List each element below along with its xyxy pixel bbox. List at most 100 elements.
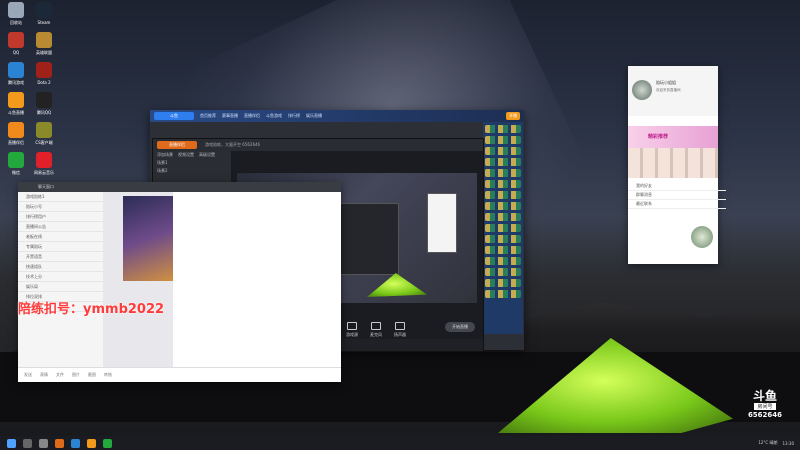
desktop-icon-label: 英雄联盟 [36,50,52,55]
browser-tab-5[interactable]: 娱乐直播 [306,113,322,119]
list-item[interactable]: 快速组队 [18,262,103,272]
tool-label: 游戏源 [346,332,358,337]
chat-row [485,224,521,232]
list-item[interactable]: 排行榜用户 [18,212,103,222]
search-icon[interactable] [23,438,32,448]
chat-row [485,202,521,210]
list-item[interactable]: 娱乐局 [18,282,103,292]
preview-tent [367,273,427,297]
chat-transfer[interactable]: 转账 [104,372,112,378]
app-icon [36,92,52,108]
header-add-scene[interactable]: 添加场景 [157,152,173,158]
app-icon [36,152,52,168]
desktop-icon[interactable]: 回收站 [2,2,30,26]
list-item[interactable]: 老板在线 [18,232,103,242]
desktop-icon[interactable]: 直播伴侣 [2,122,30,146]
taskbar: 12°C 晴朗 13:30 [0,436,800,450]
tool-game[interactable]: 游戏源 [340,322,364,338]
header-advanced[interactable]: 高级设置 [199,152,215,158]
qq-row-2[interactable]: 最近联系 [628,200,726,209]
browser-tab-0[interactable]: 首页推荐 [200,113,216,119]
danmu-chat-strip [483,122,523,334]
tool-mic[interactable]: 麦克风 [364,322,388,338]
scene-item-1[interactable]: 场景1 [153,159,231,167]
header-video-settings[interactable]: 视频设置 [178,152,194,158]
desktop-icon-label: CS客户端 [35,140,53,145]
system-tray: 12°C 晴朗 13:30 [758,440,800,446]
taskview-icon[interactable] [39,438,48,448]
desktop-icon[interactable]: 斗鱼直播 [2,92,30,116]
douyu-logo[interactable]: 斗鱼 [154,112,194,120]
windows-start-icon[interactable] [7,438,16,448]
chat-row [485,279,521,287]
studio-logo: 直播伴侣 [157,141,197,149]
chat-image[interactable]: 图片 [72,372,80,378]
app-icon-1[interactable] [55,438,64,448]
app-icon [36,32,52,48]
browser-tab-2[interactable]: 直播伴侣 [244,113,260,119]
desktop-icon[interactable]: 英雄联盟 [30,32,58,56]
desktop-icon-label: 网易云音乐 [34,170,54,175]
desktop-icon[interactable]: QQ [2,32,30,55]
qq-row-1[interactable]: 群聊消息 [628,191,726,200]
browser-tab-1[interactable]: 赛事直播 [222,113,238,119]
studio-room-title: 游戏陪练，大量开空 6562646 [205,142,261,147]
chat-row [485,213,521,221]
list-item[interactable]: 游戏陪练1 [18,192,103,202]
desktop-icon[interactable]: 腾讯QQ [30,92,58,116]
app-icon-3[interactable] [87,438,96,448]
chat-row [485,268,521,276]
chat-screenshot[interactable]: 截图 [88,372,96,378]
list-item[interactable]: 直播间公告 [18,222,103,232]
desktop-icon[interactable]: CS客户端 [30,122,58,146]
qq-subtitle: 欢迎来到直播间 [656,88,681,92]
qq-photo-strip[interactable] [628,148,718,178]
sidebar-header: 添加场景 视频设置 高级设置 [153,151,231,159]
studio-header: 直播伴侣 游戏陪练，大量开空 6562646 [153,139,483,151]
app-icon [36,62,52,78]
chat-send[interactable]: 发送 [24,372,32,378]
desktop-icon-label: 微信 [12,170,20,175]
app-icon [8,152,24,168]
desktop-icon-label: Dota 2 [37,80,51,85]
app-icon [8,92,24,108]
chat-row [485,180,521,188]
qq-header: 陪玩小姐姐 欢迎来到直播间 [628,66,718,116]
qq-row-0[interactable]: 我的好友 [628,182,726,191]
tool-speaker[interactable]: 扬声器 [388,322,412,338]
desktop-icon[interactable]: 微信 [2,152,30,176]
avatar[interactable] [632,80,652,100]
desktop-icon[interactable]: 腾讯游戏 [2,62,30,86]
qq-banner[interactable]: 精彩推荐 [628,126,718,148]
browser-topbar: 斗鱼 首页推荐 赛事直播 直播伴侣 斗鱼游戏 排行榜 娱乐直播 开播 [150,110,524,122]
chat-file[interactable]: 文件 [56,372,64,378]
desktop-icon[interactable]: Steam [30,2,58,25]
chat-shared-image[interactable] [123,196,173,281]
go-live-button[interactable]: 开始直播 [445,322,475,332]
desktop-icon-label: QQ [12,50,20,55]
chat-row [485,158,521,166]
scene-item-2[interactable]: 场景2 [153,167,231,175]
desktop-icon-label: 回收站 [10,20,22,25]
chat-row [485,125,521,133]
clock[interactable]: 13:30 [782,441,794,446]
qq-name: 陪玩小姐姐 [656,80,676,85]
list-item[interactable]: 技术上分 [18,272,103,282]
app-icon [8,2,24,18]
list-item[interactable]: 专属陪玩 [18,242,103,252]
app-icon-2[interactable] [71,438,80,448]
qq-floating-avatar[interactable] [691,226,713,248]
list-item[interactable]: 陪玩小号 [18,202,103,212]
browser-tab-3[interactable]: 斗鱼游戏 [266,113,282,119]
chat-window-title: 聊天窗口 [18,182,341,192]
chat-emoji[interactable]: 表情 [40,372,48,378]
start-stream-button[interactable]: 开播 [506,112,520,120]
desktop-icon[interactable]: Dota 2 [30,62,58,85]
browser-tab-4[interactable]: 排行榜 [288,113,300,119]
desktop-icon[interactable]: 网易云音乐 [30,152,58,176]
chat-row [485,147,521,155]
desktop-icon-label: 腾讯QQ [36,110,52,115]
app-icon-4[interactable] [103,438,112,448]
weather-text: 12°C 晴朗 [758,440,778,445]
list-item[interactable]: 开黑语音 [18,252,103,262]
